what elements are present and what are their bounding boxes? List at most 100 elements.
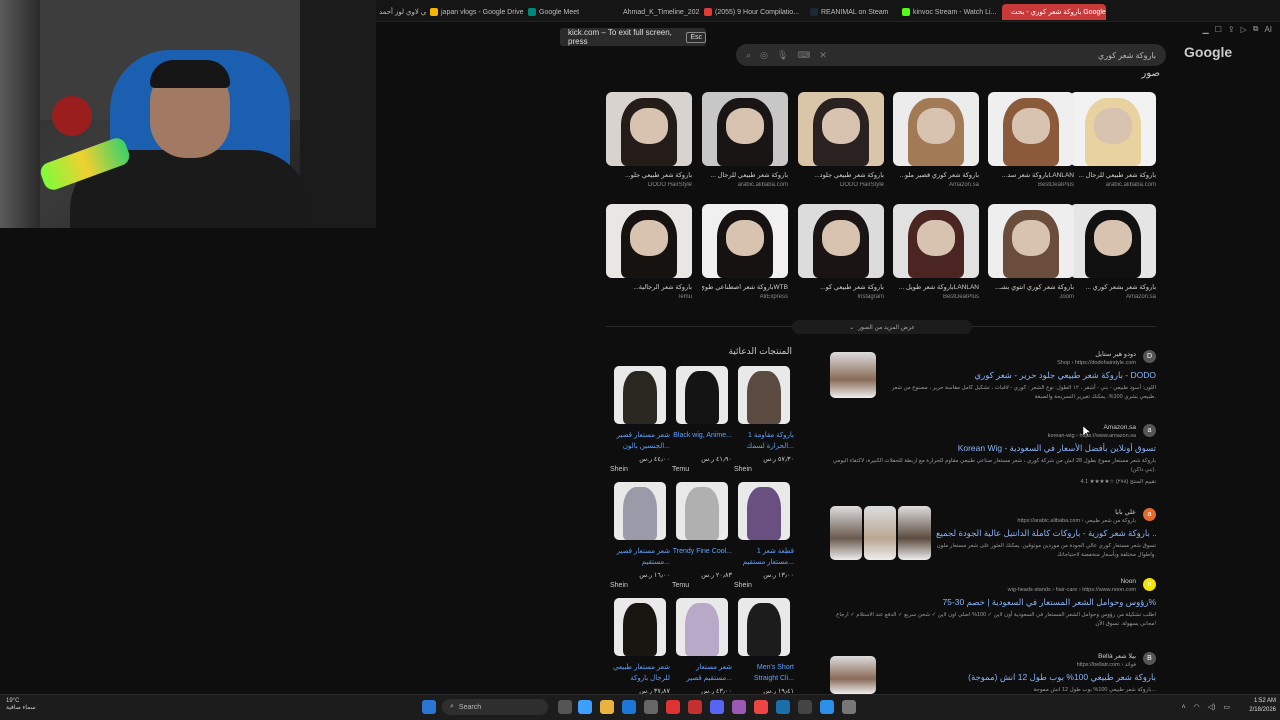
browser-tab[interactable]: (2055) 9 Hour Compilatio... <box>704 4 806 20</box>
product-image[interactable] <box>676 598 728 656</box>
browser-tab[interactable]: japan vlogs - Google Drive <box>430 4 526 20</box>
image-thumbnail[interactable] <box>702 92 788 166</box>
sponsored-product[interactable]: باروكة مقاومة 1 الحرارة لسمك... ٥٧٫٣٠ ر.س… <box>734 366 794 482</box>
image-result[interactable]: باروكة شعر طبيعي للرجال ... arabic.alibab… <box>702 92 788 190</box>
taskbar-search[interactable]: ⌕ Search <box>442 699 548 715</box>
search-icon[interactable]: ⌕ <box>746 50 751 61</box>
app-purple-icon[interactable] <box>732 700 746 714</box>
file-explorer-icon[interactable] <box>600 700 614 714</box>
browser-tab[interactable]: باروكة شعر كوري - بحث Google <box>1002 4 1106 20</box>
image-result[interactable]: باروكة شعر بشعر كوري ... Amazon.sa <box>1070 204 1156 302</box>
sponsored-product[interactable]: Black wig, Anime... ٤١٫٩٠ ر.س Temu <box>672 366 732 482</box>
image-thumbnail[interactable] <box>798 204 884 278</box>
image-caption[interactable]: باروكة شعر كوري انثوي بشـ... <box>988 283 1074 291</box>
image-caption[interactable]: WTBباروكة شعر اصطناعي طوي... <box>702 283 788 291</box>
mic-icon[interactable]: 🎙 <box>777 50 788 61</box>
image-result[interactable]: باروكة شعر الرجالية... Temu <box>606 204 692 302</box>
image-result[interactable]: LANLANباروكة شعر طويل ... BestDealPlus <box>893 204 979 302</box>
search-input[interactable]: باروكة شعر كوري <box>836 51 1156 60</box>
keyboard-icon[interactable]: ⌨ <box>797 50 810 61</box>
result-title-link[interactable]: رؤوس وحوامل الشعر المستعار في السعودية |… <box>826 597 1156 608</box>
image-result[interactable]: باروكة شعر طبيعي للرجال ... arabic.alibab… <box>1070 92 1156 190</box>
product-name[interactable]: شعر مستعار مستقيم قصير... <box>672 662 732 684</box>
lens-icon[interactable]: ◎ <box>760 50 768 61</box>
product-image[interactable] <box>738 366 790 424</box>
image-caption[interactable]: باروكة شعر طبيعي جلو... <box>606 171 692 179</box>
image-thumbnail[interactable] <box>1070 204 1156 278</box>
app-icon[interactable] <box>644 700 658 714</box>
search-bar[interactable]: ⌕ ◎ 🎙 ⌨ ✕ باروكة شعر كوري <box>736 44 1166 66</box>
result-title-link[interactable]: باروكة شعر كورية - باروكات كاملة الدانتي… <box>936 528 1156 539</box>
image-thumbnail[interactable] <box>988 204 1074 278</box>
windows-start-icon[interactable] <box>422 700 436 714</box>
result-thumbnail[interactable] <box>830 656 876 694</box>
image-caption[interactable]: باروكة شعر الرجالية... <box>606 283 692 291</box>
browser-tab[interactable]: kinvoc Stream - Watch Li... <box>902 4 998 20</box>
sponsored-product[interactable]: 1 قطعة شعر مستعار مستقيم... ١٣٫٠٠ ر.س Shei… <box>734 482 794 598</box>
browser-tab[interactable]: Google Meet <box>528 4 616 20</box>
chevron-up-icon[interactable]: ˄ <box>1181 704 1185 711</box>
site-favicon-icon[interactable]: a <box>1143 508 1156 521</box>
volume-icon[interactable]: ◁) <box>1208 703 1216 711</box>
result-thumbnail[interactable] <box>830 352 876 398</box>
battery-icon[interactable]: ▭ <box>1223 703 1230 711</box>
sponsored-product[interactable]: شعر مستعار قصير مستقيم... ١٦٫٠٠ ر.س Shein <box>610 482 670 598</box>
image-caption[interactable]: باروكة شعر طبيعي للرجال ... <box>702 171 788 179</box>
app-grey-icon[interactable] <box>842 700 856 714</box>
edge-icon[interactable] <box>578 700 592 714</box>
image-caption[interactable]: باروكة شعر كوري قصير ملو... <box>893 171 979 179</box>
taskbar-clock[interactable]: 1:52 AM 2/18/2026 <box>1234 697 1276 717</box>
browser-icon[interactable] <box>622 700 636 714</box>
image-result[interactable]: باروكة شعر كوري انثوي بشـ... Joom <box>988 204 1074 302</box>
product-image[interactable] <box>738 598 790 656</box>
weather-widget[interactable]: 19°C سماء صافية <box>6 698 76 716</box>
discord-icon[interactable] <box>710 700 724 714</box>
clear-icon[interactable]: ✕ <box>819 50 827 61</box>
result-title-link[interactable]: Korean Wig - تسوق أونلاين بأفضل الأسعار … <box>826 443 1156 454</box>
image-result[interactable]: باروكة شعر طبيعي جلود... DODO HairStyle <box>798 92 884 190</box>
wifi-icon[interactable]: ◠ <box>1194 703 1200 711</box>
task-view-icon[interactable] <box>558 700 572 714</box>
image-caption[interactable]: باروكة شعر طبيعي جلود... <box>798 171 884 179</box>
image-thumbnail[interactable] <box>606 204 692 278</box>
product-name[interactable]: باروكة مقاومة 1 الحرارة لسمك... <box>734 430 794 452</box>
product-image[interactable] <box>614 598 666 656</box>
product-image[interactable] <box>614 482 666 540</box>
play-icon[interactable]: ▷ <box>1241 25 1247 34</box>
result-url[interactable]: wig-heads-stands › hair-care › https://w… <box>826 587 1156 593</box>
ai-label[interactable]: AI <box>1264 25 1272 34</box>
opera-icon[interactable] <box>666 700 680 714</box>
image-caption[interactable]: LANLANباروكة شعر طويل ... <box>893 283 979 291</box>
product-name[interactable]: Trendy Fine Cool... <box>672 546 732 568</box>
image-thumbnail[interactable] <box>1070 92 1156 166</box>
app-x-icon[interactable] <box>798 700 812 714</box>
site-favicon-icon[interactable]: B <box>1143 652 1156 665</box>
share-icon[interactable]: ⇪ <box>1228 25 1235 34</box>
image-caption[interactable]: باروكة شعر طبيعي للرجال ... <box>1070 171 1156 179</box>
result-title-link[interactable]: باروكة شعر طبيعي جلود حرير - شعر كوري - … <box>884 370 1156 381</box>
browser-tab[interactable]: Ahmad_K_Timeline_2021... <box>620 4 700 20</box>
app-blue-icon[interactable] <box>820 700 834 714</box>
image-thumbnail[interactable] <box>798 92 884 166</box>
product-name[interactable]: 1 قطعة شعر مستعار مستقيم... <box>734 546 794 568</box>
google-logo[interactable]: Google <box>1184 44 1240 62</box>
image-thumbnail[interactable] <box>702 204 788 278</box>
image-thumbnail[interactable] <box>606 92 692 166</box>
result-site-name[interactable]: Amazon.sa <box>826 424 1156 431</box>
browser-tab[interactable]: REANIMAL on Steam <box>810 4 898 20</box>
site-favicon-icon[interactable]: a <box>1143 424 1156 437</box>
image-caption[interactable]: باروكة شعر طبيعي كو... <box>798 283 884 291</box>
result-url[interactable]: korean-wig › https://www.amazon.sa <box>826 433 1156 439</box>
product-image[interactable] <box>676 482 728 540</box>
steam-icon[interactable] <box>776 700 790 714</box>
image-result[interactable]: باروكة شعر طبيعي كو... Instagram <box>798 204 884 302</box>
browser-tab[interactable]: كامي لاوي لوز أحمد <box>376 4 426 20</box>
image-caption[interactable]: باروكة شعر بشعر كوري ... <box>1070 283 1156 291</box>
recording-icon[interactable] <box>688 700 702 714</box>
image-result[interactable]: باروكة شعر كوري قصير ملو... Amazon.sa <box>893 92 979 190</box>
product-name[interactable]: شعر مستعار قصير الجنسين بالون... <box>610 430 670 452</box>
result-title-link[interactable]: باروكة شعر طبيعي 100% بوب طول 12 انش (مم… <box>884 672 1156 683</box>
site-favicon-icon[interactable]: D <box>1143 350 1156 363</box>
result-thumbnail[interactable] <box>898 506 931 560</box>
chrome-icon[interactable] <box>754 700 768 714</box>
